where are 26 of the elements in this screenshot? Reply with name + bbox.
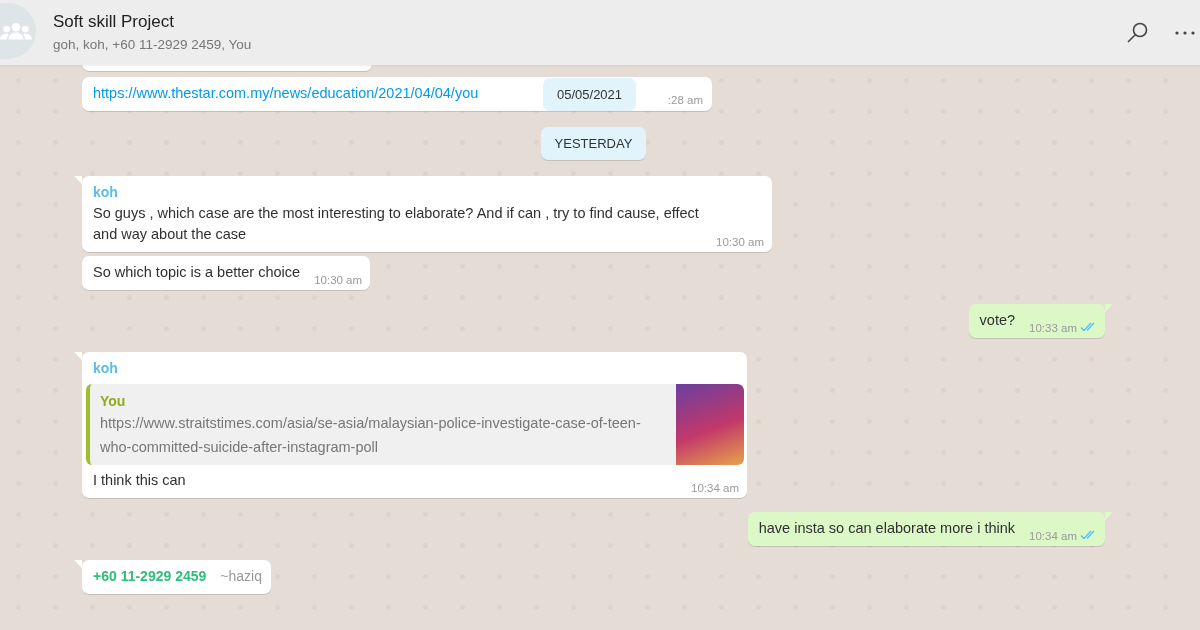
date-chip: YESTERDAY — [540, 127, 647, 160]
link[interactable]: https://www.thestar.com.my/news/education/2021/04/04/you — [93, 83, 479, 104]
message-time: 10:34 am — [691, 481, 739, 496]
menu-icon[interactable] — [1174, 29, 1196, 36]
quoted-message[interactable]: You https://www.straitstimes.com/asia/se-asia/malaysian-police-investigate-case-of-teen-who-committed-suicide-after-instagram-poll — [86, 384, 744, 465]
message-text: So guys , which case are the most interesting to elaborate? And if can , try to find cause, effect and way about the case — [93, 204, 700, 244]
message-text: vote? — [979, 311, 1016, 330]
sender-name[interactable]: +60 11-2929 2459 — [93, 568, 207, 584]
chat-title: Soft skill Project — [53, 11, 175, 32]
quote-author: You — [100, 392, 127, 411]
date-chip: 05/05/2021 — [543, 78, 637, 111]
message-text: have insta so can elaborate more i think — [758, 519, 1016, 538]
sender-name[interactable]: koh — [93, 360, 118, 376]
message-text: So which topic is a better choice — [93, 263, 301, 282]
message-time: 10:34 am — [1029, 529, 1077, 544]
group-icon — [0, 21, 32, 41]
quote-text: https://www.straitstimes.com/asia/se-asia/malaysian-police-investigate-case-of-teen-who-committed-suicide-after-instagram-poll — [100, 414, 642, 457]
message-time: 10:33 am — [1029, 321, 1077, 336]
message-time: :28 am — [667, 93, 703, 108]
message-time: 10:30 am — [716, 235, 764, 250]
chat-members: goh, koh, +60 11-2929 2459, You — [53, 36, 253, 52]
message-text: I think this can — [93, 471, 186, 490]
search-icon[interactable] — [1126, 20, 1150, 45]
sender-name[interactable]: koh — [93, 184, 118, 200]
message-time: 10:30 am — [314, 273, 363, 288]
sender-alias: ~haziq — [220, 568, 262, 584]
